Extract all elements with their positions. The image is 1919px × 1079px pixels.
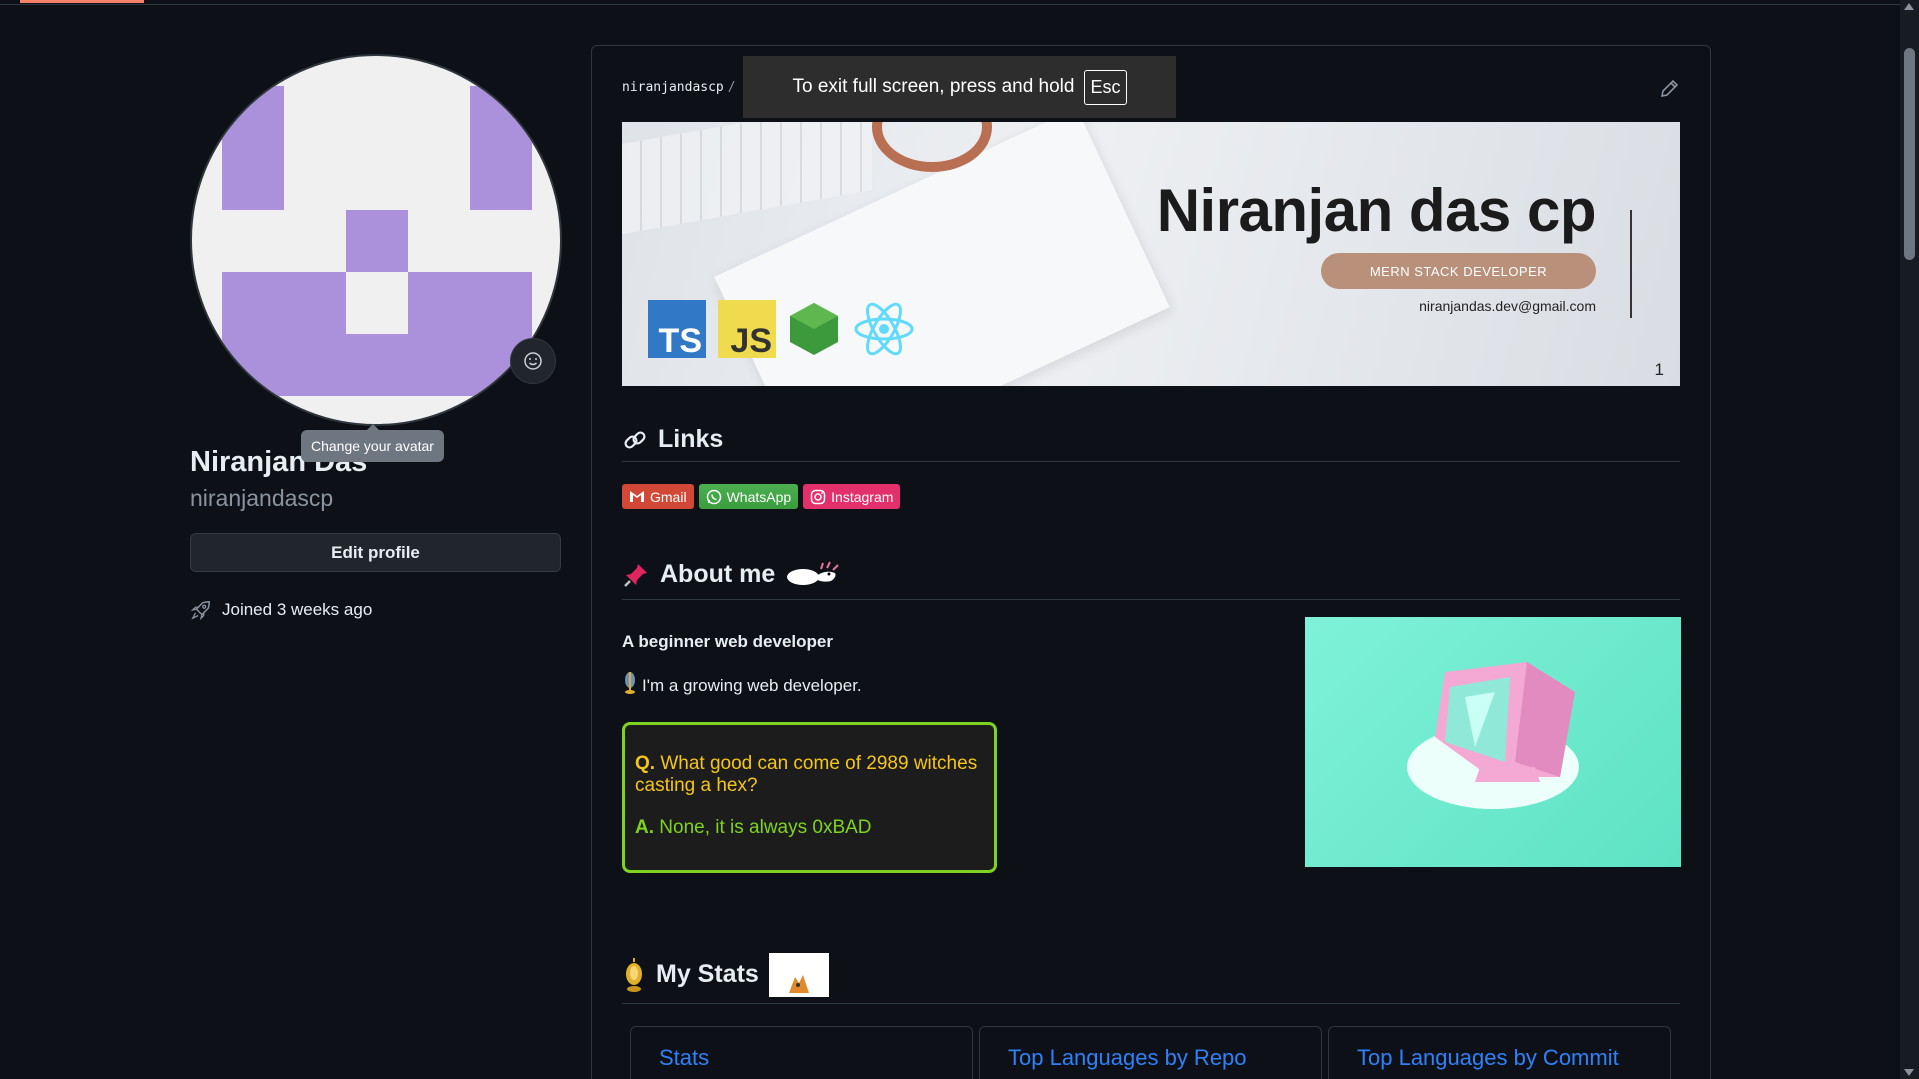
about-subheading: A beginner web developer	[622, 632, 833, 651]
vertical-scrollbar[interactable]	[1900, 0, 1919, 1079]
banner-title: Niranjan das cp	[1156, 177, 1597, 244]
scroll-up-arrow-icon[interactable]	[1904, 3, 1914, 10]
link-icon	[624, 430, 646, 449]
links-heading-text: Links	[658, 425, 724, 453]
tech-logos: TS JS	[648, 300, 916, 358]
cat-gif-icon	[768, 952, 829, 997]
trophy-icon	[626, 957, 642, 992]
joined-info: Joined 3 weeks ago	[190, 599, 372, 621]
typescript-logo: TS	[648, 300, 706, 358]
about-heading: About me	[622, 550, 1680, 600]
fullscreen-notice: To exit full screen, press and hold Esc	[743, 56, 1176, 118]
whatsapp-label: WhatsApp	[726, 488, 792, 505]
smiley-icon[interactable]	[510, 338, 556, 384]
loading-progress-bar	[20, 0, 144, 3]
stats-heading-text: My Stats	[656, 960, 759, 988]
repo-owner-link[interactable]: niranjandascp	[622, 80, 724, 95]
gmail-label: Gmail	[650, 488, 687, 505]
pencil-icon[interactable]	[1658, 78, 1680, 100]
nodejs-icon	[790, 303, 838, 355]
banner-role: MERN STACK DEVELOPER	[1321, 253, 1596, 289]
top-border	[0, 0, 1900, 5]
joke-card: Q. What good can come of 2989 witches ca…	[622, 722, 997, 873]
scrollbar-thumb[interactable]	[1904, 48, 1915, 260]
social-badges: Gmail WhatsApp Instagram	[622, 484, 901, 509]
readme-card: niranjandascp / To exit full screen, pres…	[591, 45, 1711, 1079]
banner-number: 1	[1654, 360, 1664, 379]
change-avatar-tooltip: Change your avatar	[301, 424, 444, 462]
avatar-container	[190, 54, 562, 426]
about-heading-text: About me	[660, 560, 776, 588]
growing-line: I'm a growing web developer.	[622, 670, 862, 696]
instagram-badge[interactable]: Instagram	[803, 484, 901, 509]
joke-question: Q. What good can come of 2989 witches ca…	[635, 753, 978, 796]
pushpin-icon	[624, 563, 647, 587]
seedling-icon	[625, 672, 635, 694]
stats-heading: My Stats	[622, 946, 1680, 1004]
axolotl-icon	[787, 561, 839, 585]
stats-tabs: Stats Top Languages by Repo Top Language…	[630, 1026, 1671, 1079]
retro-computer-illustration	[1305, 617, 1681, 867]
avatar[interactable]	[190, 54, 562, 426]
scroll-down-arrow-icon[interactable]	[1904, 1069, 1914, 1076]
whatsapp-icon	[706, 489, 721, 504]
instagram-label: Instagram	[831, 488, 894, 505]
growing-text: I'm a growing web developer.	[642, 676, 862, 695]
whatsapp-badge[interactable]: WhatsApp	[698, 484, 799, 509]
edit-profile-button[interactable]: Edit profile	[190, 533, 561, 572]
rocket-icon	[190, 601, 210, 621]
esc-key: Esc	[1084, 69, 1127, 105]
links-heading: Links	[622, 418, 1680, 462]
readme-banner-image: Niranjan das cp MERN STACK DEVELOPER nir…	[622, 122, 1680, 386]
javascript-logo: JS	[718, 300, 776, 358]
banner-email: niranjandas.dev@gmail.com	[1419, 298, 1596, 314]
gmail-icon	[630, 491, 644, 502]
tab-top-languages-commit[interactable]: Top Languages by Commit	[1328, 1026, 1671, 1079]
tab-stats[interactable]: Stats	[630, 1026, 973, 1079]
joke-answer: A. None, it is always 0xBAD	[635, 817, 872, 838]
react-icon	[854, 302, 914, 356]
tab-top-languages-repo[interactable]: Top Languages by Repo	[979, 1026, 1322, 1079]
repo-path: niranjandascp /	[622, 80, 736, 95]
fullscreen-message: To exit full screen, press and hold	[792, 76, 1075, 97]
profile-username: niranjandascp	[190, 485, 334, 511]
gmail-badge[interactable]: Gmail	[622, 484, 694, 509]
joined-text: Joined 3 weeks ago	[222, 600, 373, 619]
instagram-icon	[810, 489, 826, 504]
